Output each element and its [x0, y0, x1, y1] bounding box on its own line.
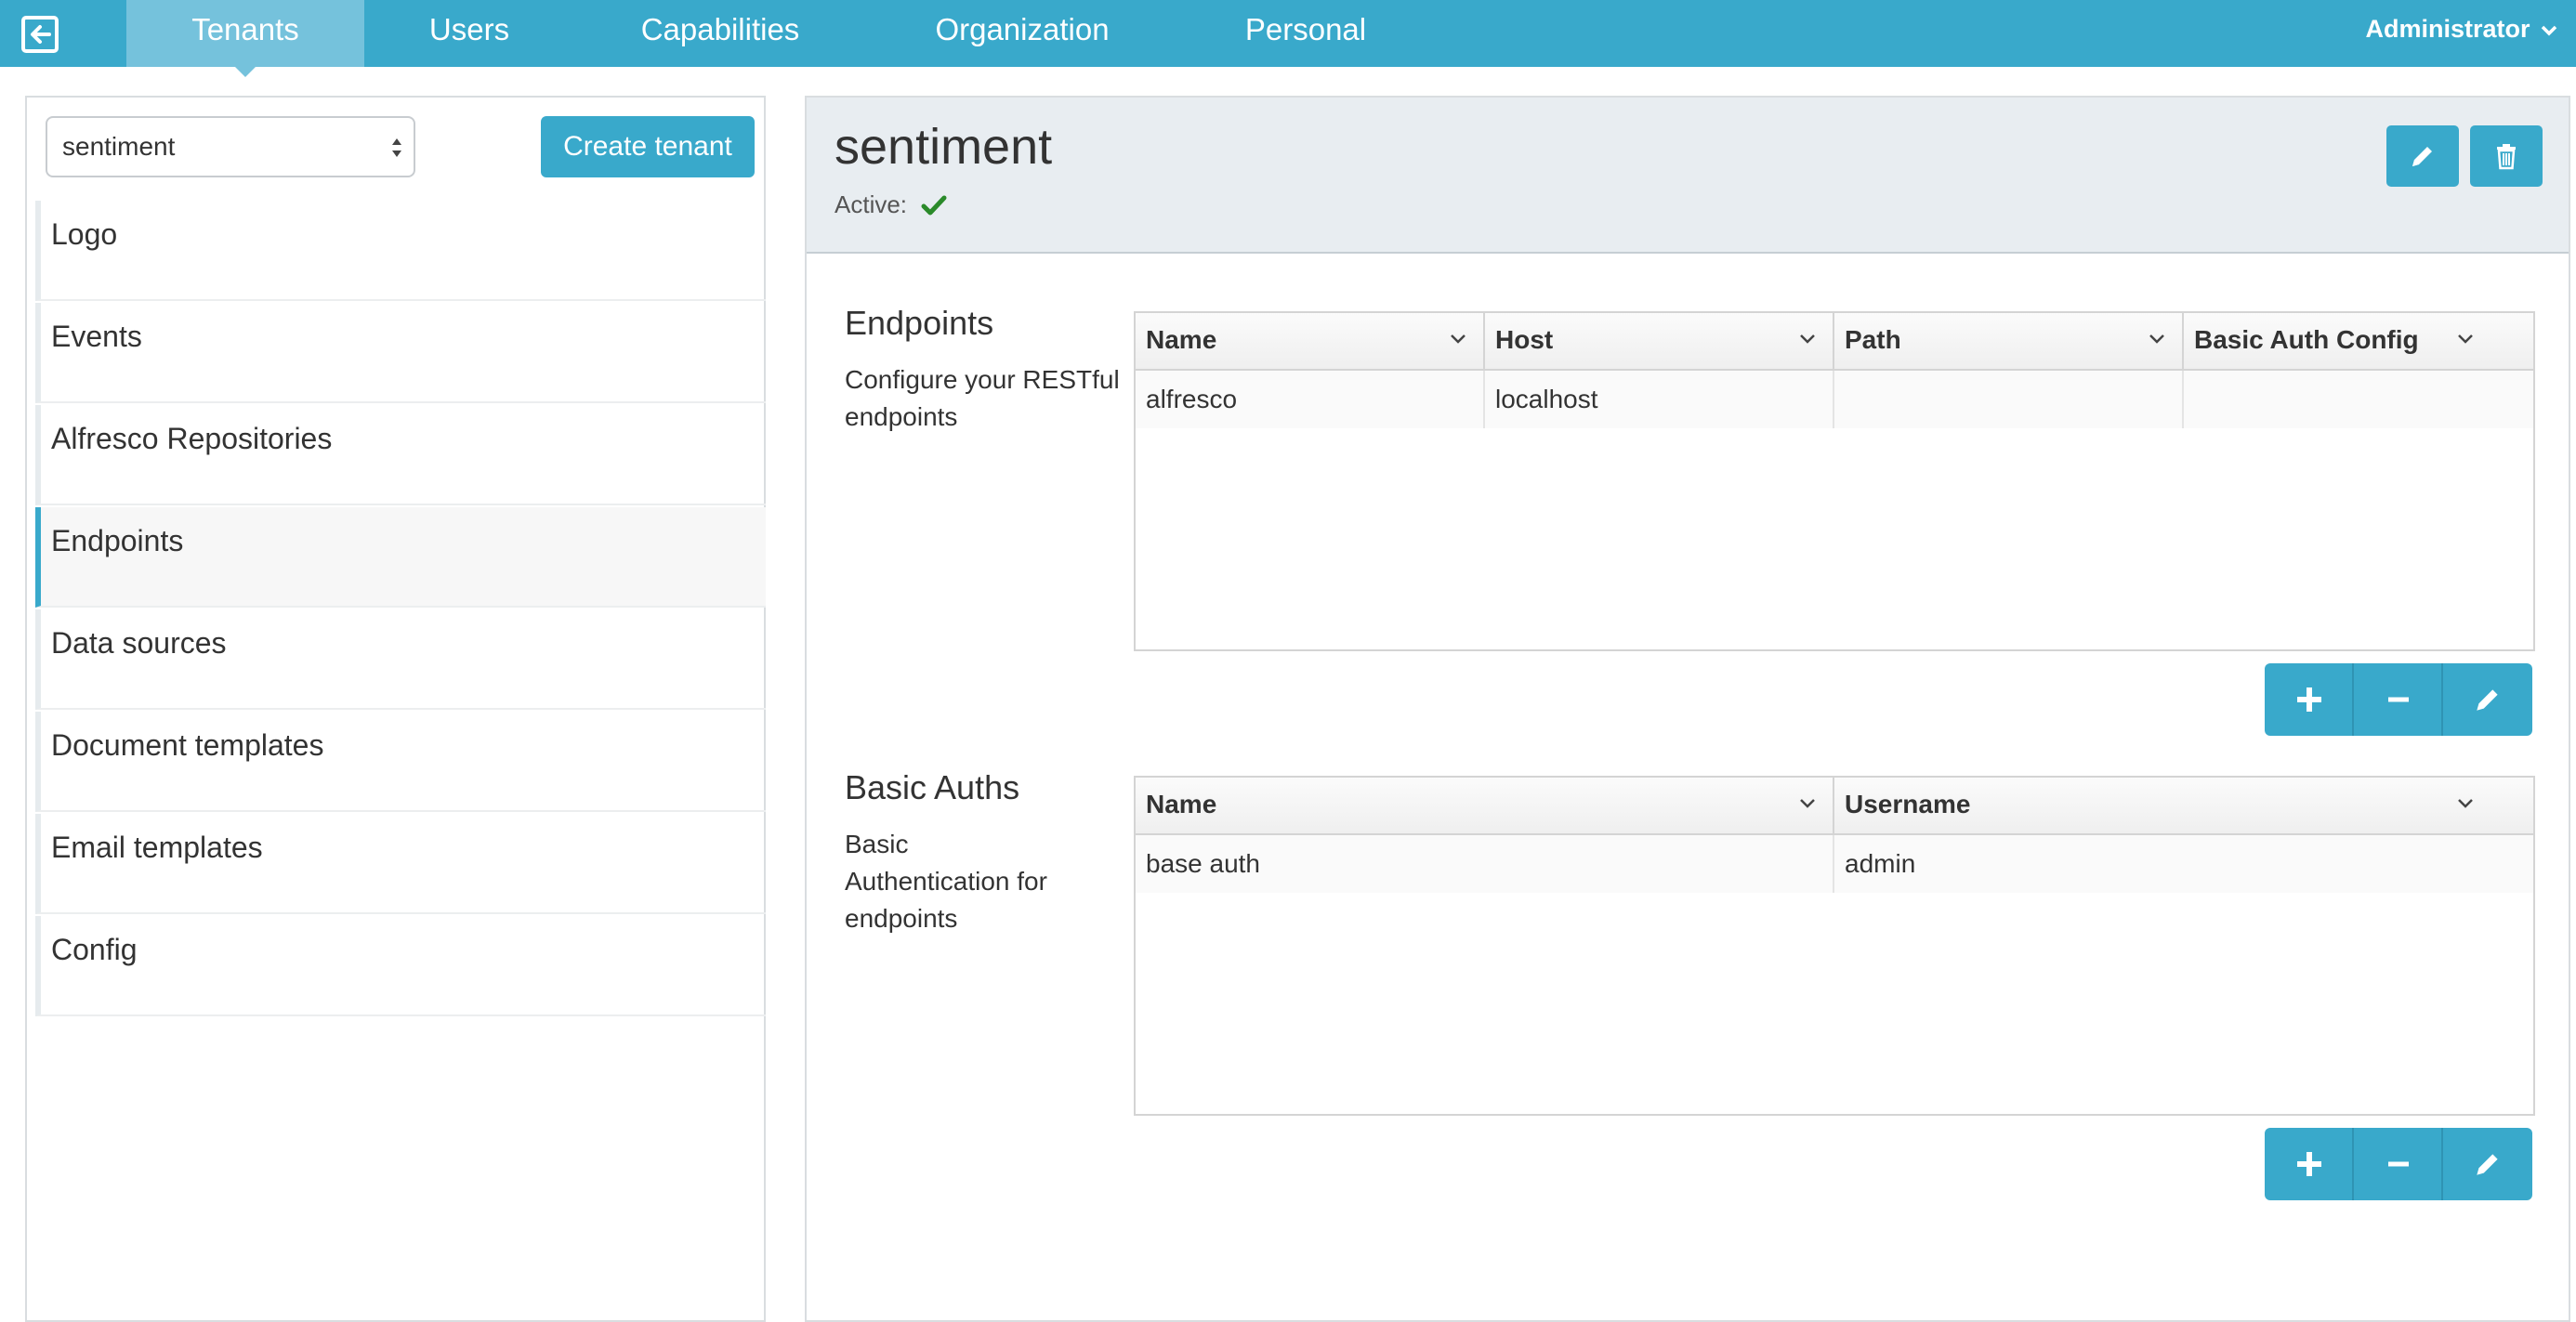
minus-icon	[2388, 697, 2409, 702]
sidebar-item-label: Document templates	[51, 728, 324, 762]
column-header-name[interactable]: Name	[1136, 778, 1834, 833]
page-title: sentiment	[835, 119, 1053, 175]
sidebar-nav: Logo Events Alfresco Repositories Endpoi…	[35, 201, 766, 1018]
endpoints-description: Configure your RESTful endpoints	[845, 365, 1120, 431]
tenant-header: sentiment Active:	[807, 98, 2569, 254]
tenant-select[interactable]: sentiment	[46, 116, 415, 177]
column-header-label: Path	[1845, 325, 1901, 354]
column-header-username[interactable]: Username	[1834, 778, 2533, 833]
endpoints-actions	[2265, 663, 2532, 736]
table-cell	[1834, 371, 2184, 428]
trash-icon	[2497, 144, 2516, 170]
chevron-down-icon[interactable]	[2457, 798, 2474, 809]
table-row[interactable]: base auth admin	[1136, 835, 2533, 893]
create-tenant-button[interactable]: Create tenant	[541, 116, 755, 177]
sidebar-item-data-sources[interactable]: Data sources	[35, 609, 766, 710]
table-header: Name Host Path Basic Auth Config	[1136, 313, 2533, 371]
user-menu[interactable]: Administrator	[2365, 0, 2557, 59]
endpoints-table: Name Host Path Basic Auth Config alfresc…	[1134, 311, 2535, 651]
add-basic-auth-button[interactable]	[2265, 1128, 2354, 1200]
basic-auths-title: Basic Auths	[845, 768, 1020, 806]
pencil-icon	[2477, 689, 2498, 711]
chevron-down-icon[interactable]	[1799, 798, 1816, 809]
column-header-label: Username	[1845, 790, 1971, 818]
column-header-label: Name	[1146, 790, 1217, 818]
delete-tenant-button[interactable]	[2470, 125, 2543, 187]
basic-auths-table: Name Username base auth admin	[1134, 776, 2535, 1116]
basic-auths-description: Basic Authentication for endpoints	[845, 830, 1047, 933]
active-status: Active:	[835, 190, 947, 219]
column-header-label: Name	[1146, 325, 1217, 354]
sidebar-item-label: Data sources	[51, 626, 227, 660]
edit-endpoint-button[interactable]	[2443, 663, 2532, 736]
plus-icon	[2297, 1152, 2321, 1176]
tab-tenants[interactable]: Tenants	[126, 0, 364, 77]
pencil-icon	[2412, 147, 2432, 166]
pencil-icon	[2477, 1154, 2498, 1175]
remove-basic-auth-button[interactable]	[2354, 1128, 2443, 1200]
chevron-down-icon	[2541, 25, 2557, 36]
sidebar-item-label: Endpoints	[51, 524, 184, 557]
logout-icon[interactable]	[20, 15, 59, 54]
tenant-sidebar: sentiment Create tenant Logo Events Alfr…	[25, 96, 766, 1322]
add-endpoint-button[interactable]	[2265, 663, 2354, 736]
sidebar-item-document-templates[interactable]: Document templates	[35, 712, 766, 812]
tab-organization[interactable]: Organization	[915, 0, 1129, 67]
sidebar-item-label: Alfresco Repositories	[51, 422, 333, 455]
table-cell: alfresco	[1136, 371, 1485, 428]
sidebar-item-alfresco-repositories[interactable]: Alfresco Repositories	[35, 405, 766, 505]
sidebar-item-label: Events	[51, 320, 142, 353]
user-menu-label: Administrator	[2365, 15, 2530, 43]
active-label: Active:	[835, 190, 908, 218]
table-row[interactable]: alfresco localhost	[1136, 371, 2533, 428]
plus-icon	[2297, 687, 2321, 712]
column-header-label: Basic Auth Config	[2194, 325, 2419, 354]
edit-basic-auth-button[interactable]	[2443, 1128, 2532, 1200]
sidebar-item-endpoints[interactable]: Endpoints	[35, 507, 766, 608]
remove-endpoint-button[interactable]	[2354, 663, 2443, 736]
top-navbar: Tenants Users Capabilities Organization …	[0, 0, 2576, 77]
column-header-name[interactable]: Name	[1136, 313, 1485, 369]
sidebar-item-events[interactable]: Events	[35, 303, 766, 403]
endpoints-title: Endpoints	[845, 304, 994, 342]
chevron-down-icon[interactable]	[1799, 334, 1816, 345]
tenant-detail-panel: sentiment Active: Endpoints Configure yo…	[805, 96, 2570, 1322]
tab-personal[interactable]: Personal	[1227, 0, 1385, 67]
edit-tenant-button[interactable]	[2386, 125, 2459, 187]
table-cell: admin	[1845, 849, 1916, 878]
table-header: Name Username	[1136, 778, 2533, 835]
column-header-path[interactable]: Path	[1834, 313, 2184, 369]
sidebar-item-label: Config	[51, 933, 138, 966]
basic-auths-actions	[2265, 1128, 2532, 1200]
table-cell: localhost	[1485, 371, 1834, 428]
sidebar-item-label: Email templates	[51, 831, 263, 864]
table-cell	[2184, 371, 2533, 428]
select-arrows-icon	[392, 138, 401, 157]
tenant-select-value: sentiment	[62, 132, 176, 161]
sidebar-item-email-templates[interactable]: Email templates	[35, 814, 766, 914]
chevron-down-icon[interactable]	[2149, 334, 2165, 345]
sidebar-item-config[interactable]: Config	[35, 916, 766, 1016]
sidebar-item-label: Logo	[51, 217, 118, 251]
column-header-basic-auth-config[interactable]: Basic Auth Config	[2184, 313, 2533, 369]
table-cell: base auth	[1136, 835, 1834, 893]
column-header-host[interactable]: Host	[1485, 313, 1834, 369]
tab-users[interactable]: Users	[400, 0, 539, 67]
tab-capabilities[interactable]: Capabilities	[613, 0, 827, 67]
checkmark-icon	[921, 195, 947, 216]
sidebar-item-logo[interactable]: Logo	[35, 201, 766, 301]
chevron-down-icon[interactable]	[2457, 334, 2474, 345]
minus-icon	[2388, 1161, 2409, 1167]
column-header-label: Host	[1495, 325, 1554, 354]
chevron-down-icon[interactable]	[1450, 334, 1466, 345]
